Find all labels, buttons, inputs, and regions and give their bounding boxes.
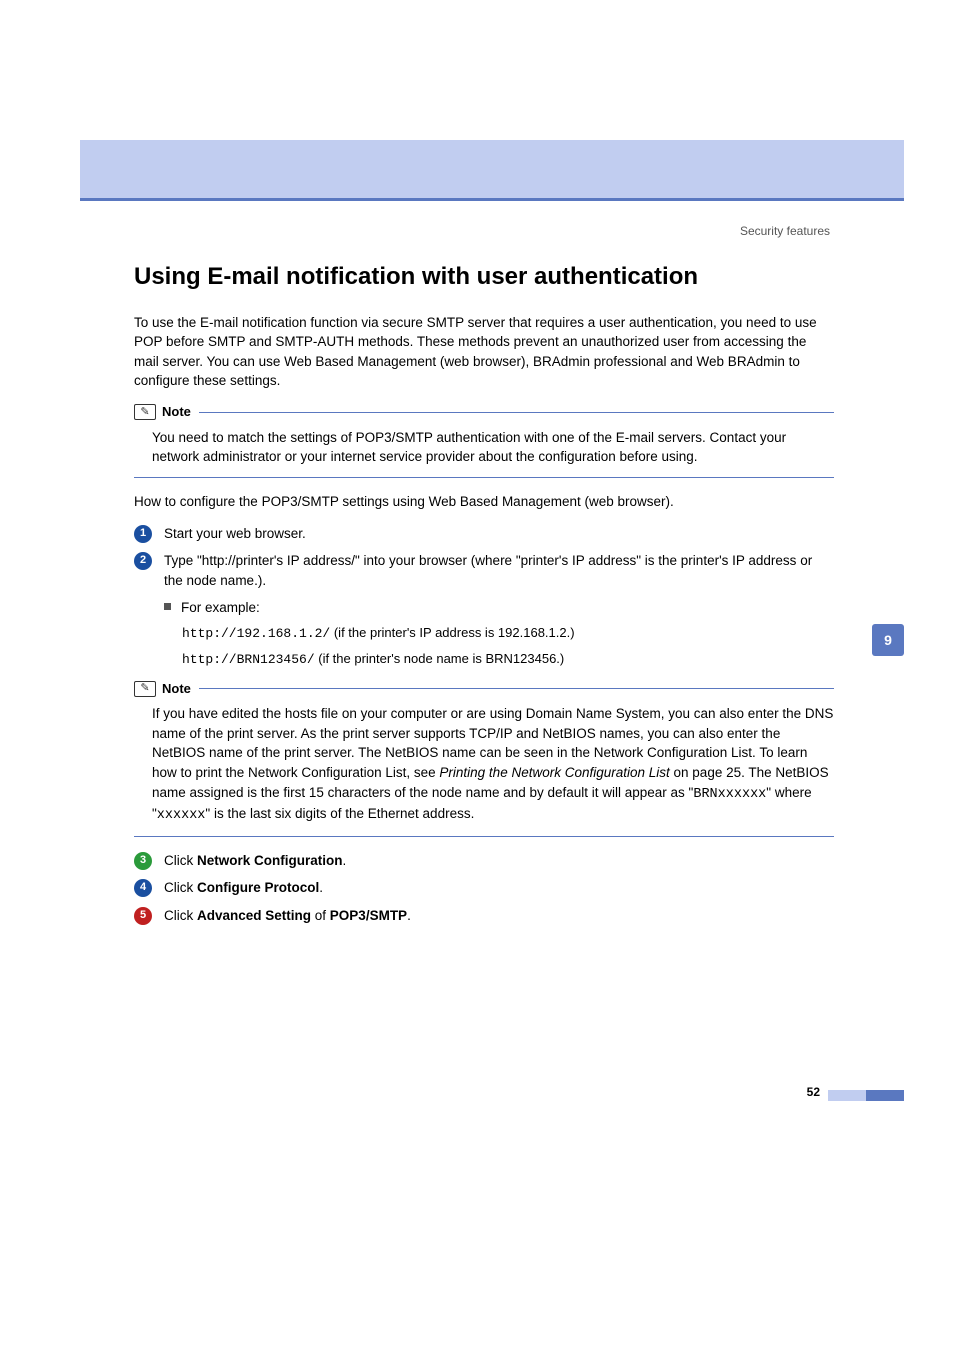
howto-line: How to configure the POP3/SMTP settings …: [134, 492, 834, 512]
header-rule: [80, 198, 904, 201]
note-body: You need to match the settings of POP3/S…: [134, 426, 834, 473]
note-rule: [199, 688, 834, 689]
step-number-badge: 1: [134, 525, 152, 543]
step-number-badge: 2: [134, 552, 152, 570]
t-bold: Network Configuration: [197, 853, 343, 868]
t: Click: [164, 853, 197, 868]
t: .: [343, 853, 347, 868]
note2-link[interactable]: Printing the Network Configuration List: [439, 765, 669, 780]
page-title: Using E-mail notification with user auth…: [134, 260, 834, 295]
code-tail: (if the printer's node name is BRN123456…: [315, 651, 565, 666]
note-rule-bottom: [134, 477, 834, 478]
note-block-2: Note If you have edited the hosts file o…: [134, 680, 834, 837]
header-label: Security features: [740, 223, 830, 240]
note-label: Note: [162, 403, 191, 422]
note-body: If you have edited the hosts file on you…: [134, 702, 834, 831]
step-1: 1 Start your web browser.: [134, 524, 834, 544]
step-text: Click Advanced Setting of POP3/SMTP.: [164, 906, 834, 926]
step-5: 5 Click Advanced Setting of POP3/SMTP.: [134, 906, 834, 926]
page-content: Using E-mail notification with user auth…: [134, 260, 834, 933]
step-text: Click Network Configuration.: [164, 851, 834, 871]
t-bold: Configure Protocol: [197, 880, 319, 895]
step-3: 3 Click Network Configuration.: [134, 851, 834, 871]
note-icon: [134, 681, 156, 697]
step-2: 2 Type "http://printer's IP address/" in…: [134, 551, 834, 590]
t-bold: Advanced Setting: [197, 908, 311, 923]
step-text: Type "http://printer's IP address/" into…: [164, 551, 834, 590]
code-tail: (if the printer's IP address is 192.168.…: [330, 625, 574, 640]
t: .: [319, 880, 323, 895]
step-text: Start your web browser.: [164, 524, 834, 544]
step-number-badge: 5: [134, 907, 152, 925]
section-tab: 9: [872, 624, 904, 656]
note-block-1: Note You need to match the settings of P…: [134, 403, 834, 478]
step-text: Click Configure Protocol.: [164, 878, 834, 898]
example-line-2: http://BRN123456/ (if the printer's node…: [182, 650, 834, 670]
note-rule-bottom: [134, 836, 834, 837]
example-label: For example:: [181, 598, 260, 618]
page-number: 52: [807, 1084, 820, 1101]
example-line-1: http://192.168.1.2/ (if the printer's IP…: [182, 624, 834, 644]
note-rule: [199, 412, 834, 413]
note2-code1: BRNxxxxxx: [693, 787, 766, 802]
note2-code2: xxxxxx: [157, 808, 206, 823]
t: of: [311, 908, 330, 923]
t: Click: [164, 880, 197, 895]
step-4: 4 Click Configure Protocol.: [134, 878, 834, 898]
step-number-badge: 4: [134, 879, 152, 897]
intro-paragraph: To use the E-mail notification function …: [134, 313, 834, 391]
square-bullet-icon: [164, 603, 171, 610]
code-text: http://192.168.1.2/: [182, 626, 330, 641]
note-label: Note: [162, 680, 191, 699]
t: Click: [164, 908, 197, 923]
t-bold: POP3/SMTP: [330, 908, 407, 923]
code-text: http://BRN123456/: [182, 652, 315, 667]
step-number-badge: 3: [134, 852, 152, 870]
step-2-sub: For example:: [164, 598, 834, 618]
note-icon: [134, 404, 156, 420]
t: .: [407, 908, 411, 923]
footer-decoration: [828, 1090, 904, 1101]
header-band: [80, 140, 904, 198]
note2-post: " is the last six digits of the Ethernet…: [205, 806, 474, 821]
